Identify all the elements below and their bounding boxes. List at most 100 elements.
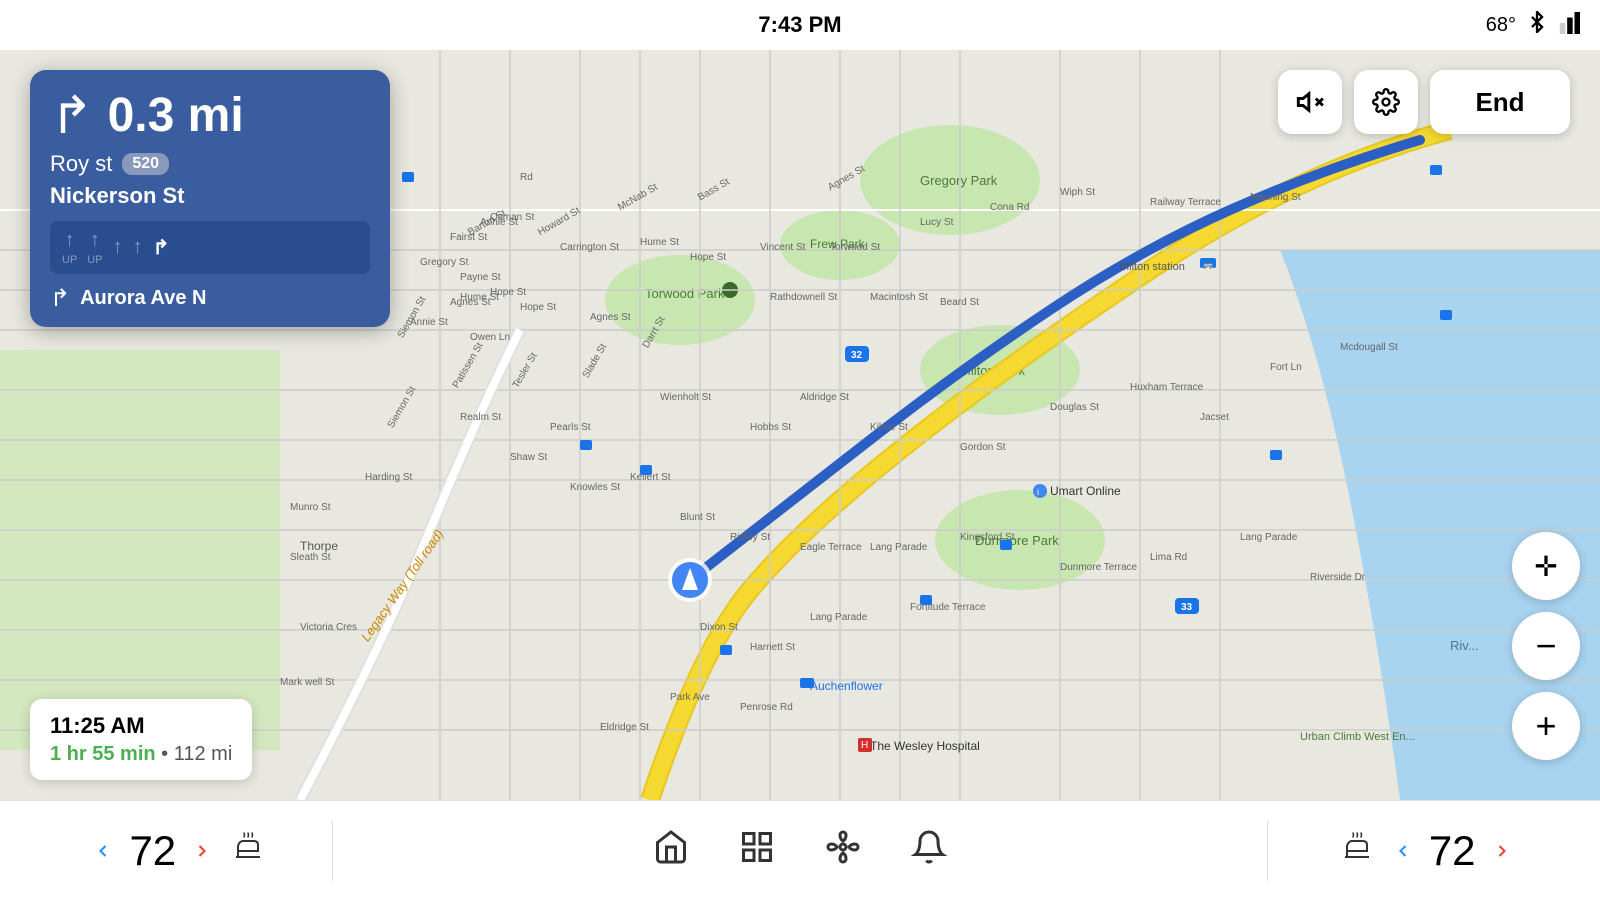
fan-button[interactable] <box>825 829 861 873</box>
right-climate-section: 72 <box>1268 827 1580 875</box>
zoom-in-button[interactable]: + <box>1512 692 1580 760</box>
right-temp-increase[interactable] <box>1484 833 1520 869</box>
bottom-bar: 72 <box>0 800 1600 900</box>
svg-text:Wiph St: Wiph St <box>1060 187 1095 198</box>
svg-text:Gordon St: Gordon St <box>960 442 1006 453</box>
svg-text:Harding St: Harding St <box>365 472 412 483</box>
svg-text:Rd: Rd <box>520 172 533 183</box>
eta-separator: • <box>161 743 174 765</box>
svg-text:Eldridge St: Eldridge St <box>600 722 649 733</box>
svg-text:Hume St: Hume St <box>640 237 679 248</box>
svg-text:Mcdougall St: Mcdougall St <box>1340 342 1398 353</box>
lane-3: ↑ <box>113 236 123 259</box>
left-temp-decrease[interactable] <box>85 833 121 869</box>
svg-text:Riverside Dr: Riverside Dr <box>1310 572 1366 583</box>
svg-text:Riv...: Riv... <box>1450 638 1479 653</box>
right-temp-decrease[interactable] <box>1385 833 1421 869</box>
svg-text:Park Ave: Park Ave <box>670 692 710 703</box>
top-controls: End <box>1278 70 1570 134</box>
svg-text:Cona Rd: Cona Rd <box>990 202 1029 213</box>
svg-text:Dunmore Terrace: Dunmore Terrace <box>1060 562 1138 573</box>
svg-text:Beard St: Beard St <box>940 297 979 308</box>
svg-text:Railway Terrace: Railway Terrace <box>1150 197 1221 208</box>
svg-text:Sleath St: Sleath St <box>290 552 331 563</box>
lane-4: ↑ <box>133 236 143 259</box>
svg-text:Owen Ln: Owen Ln <box>470 332 510 343</box>
eta-card: 11:25 AM 1 hr 55 min • 112 mi <box>30 699 252 780</box>
then-street: Aurora Ave N <box>80 287 206 310</box>
home-button[interactable] <box>653 829 689 873</box>
svg-text:H: H <box>861 740 868 751</box>
svg-text:Lang Parade: Lang Parade <box>870 542 928 553</box>
svg-text:Umart Online: Umart Online <box>1050 484 1121 498</box>
svg-text:Lucy St: Lucy St <box>920 217 954 228</box>
svg-text:Shaw St: Shaw St <box>510 452 547 463</box>
grid-button[interactable] <box>739 829 775 873</box>
svg-text:Hobbs St: Hobbs St <box>750 422 791 433</box>
turn-arrow-icon: ↱ <box>50 90 94 142</box>
svg-text:Lang Parade: Lang Parade <box>810 612 868 623</box>
svg-text:Urban Climb West En...: Urban Climb West En... <box>1300 731 1415 743</box>
svg-text:Annie St: Annie St <box>480 217 518 228</box>
distance-display: 0.3 mi <box>108 88 244 143</box>
svg-text:Hope St: Hope St <box>490 287 526 298</box>
lane-2: ↑ UP <box>87 229 102 266</box>
svg-text:Macintosh St: Macintosh St <box>870 292 928 303</box>
route-badge: 520 <box>122 153 169 175</box>
svg-text:Harriett St: Harriett St <box>750 642 795 653</box>
svg-text:Payne St: Payne St <box>460 272 501 283</box>
svg-text:Huxham Terrace: Huxham Terrace <box>1130 382 1204 393</box>
svg-text:The Wesley Hospital: The Wesley Hospital <box>870 739 980 753</box>
eta-arrival-time: 11:25 AM <box>50 713 232 739</box>
lane-5-active: ↱ <box>153 235 170 260</box>
pan-button[interactable]: ✛ <box>1512 532 1580 600</box>
svg-text:Agnes St: Agnes St <box>590 312 631 323</box>
svg-text:Wienholt St: Wienholt St <box>660 392 711 403</box>
svg-text:Kilroe St: Kilroe St <box>870 422 908 433</box>
svg-text:Fort Ln: Fort Ln <box>1270 362 1302 373</box>
svg-text:Eagle Terrace: Eagle Terrace <box>800 542 862 553</box>
then-arrow-icon: ↱ <box>50 284 70 313</box>
lane-1: ↑ UP <box>62 229 77 266</box>
svg-text:Fairst St: Fairst St <box>450 232 487 243</box>
right-temp-control: 72 <box>1385 827 1520 875</box>
left-climate-section: 72 <box>20 827 332 875</box>
bluetooth-icon <box>1526 11 1548 39</box>
current-street: Roy st <box>50 151 112 177</box>
current-time: 7:43 PM <box>758 12 841 38</box>
end-button[interactable]: End <box>1430 70 1570 134</box>
svg-text:Victoria Cres: Victoria Cres <box>300 622 357 633</box>
svg-text:Hope St: Hope St <box>520 302 556 313</box>
svg-text:Lang Parade: Lang Parade <box>1240 532 1298 543</box>
next-street: Nickerson St <box>50 183 370 209</box>
svg-text:Hope St: Hope St <box>690 252 726 263</box>
end-label: End <box>1475 87 1524 118</box>
settings-button[interactable] <box>1354 70 1418 134</box>
svg-text:Lima Rd: Lima Rd <box>1150 552 1187 563</box>
svg-text:Vincent St: Vincent St <box>760 242 806 253</box>
sound-button[interactable] <box>1278 70 1342 134</box>
svg-text:Blunt St: Blunt St <box>680 512 715 523</box>
svg-text:33: 33 <box>1181 602 1193 613</box>
left-temp-control: 72 <box>85 827 220 875</box>
left-temp-increase[interactable] <box>184 833 220 869</box>
right-controls: ✛ − + <box>1512 532 1580 760</box>
svg-text:Agnes St: Agnes St <box>450 297 491 308</box>
svg-text:Rathdownell St: Rathdownell St <box>770 292 837 303</box>
zoom-out-label: − <box>1535 625 1556 667</box>
lanes-row: ↑ UP ↑ UP ↑ ↑ ↱ <box>50 221 370 274</box>
svg-text:Douglas St: Douglas St <box>1050 402 1099 413</box>
eta-duration: 1 hr 55 min <box>50 743 156 765</box>
svg-text:Pearls St: Pearls St <box>550 422 591 433</box>
svg-text:Penrose Rd: Penrose Rd <box>740 702 793 713</box>
svg-text:Dixon St: Dixon St <box>700 622 738 633</box>
svg-text:Aldridge St: Aldridge St <box>800 392 849 403</box>
svg-text:Thorpe: Thorpe <box>300 539 338 553</box>
svg-text:i: i <box>1037 487 1039 497</box>
zoom-out-button[interactable]: − <box>1512 612 1580 680</box>
svg-text:Torwood St: Torwood St <box>830 242 880 253</box>
left-temp-value: 72 <box>129 827 176 875</box>
zoom-in-label: + <box>1535 705 1556 747</box>
bell-button[interactable] <box>911 829 947 873</box>
svg-text:Ridley St: Ridley St <box>730 532 770 543</box>
